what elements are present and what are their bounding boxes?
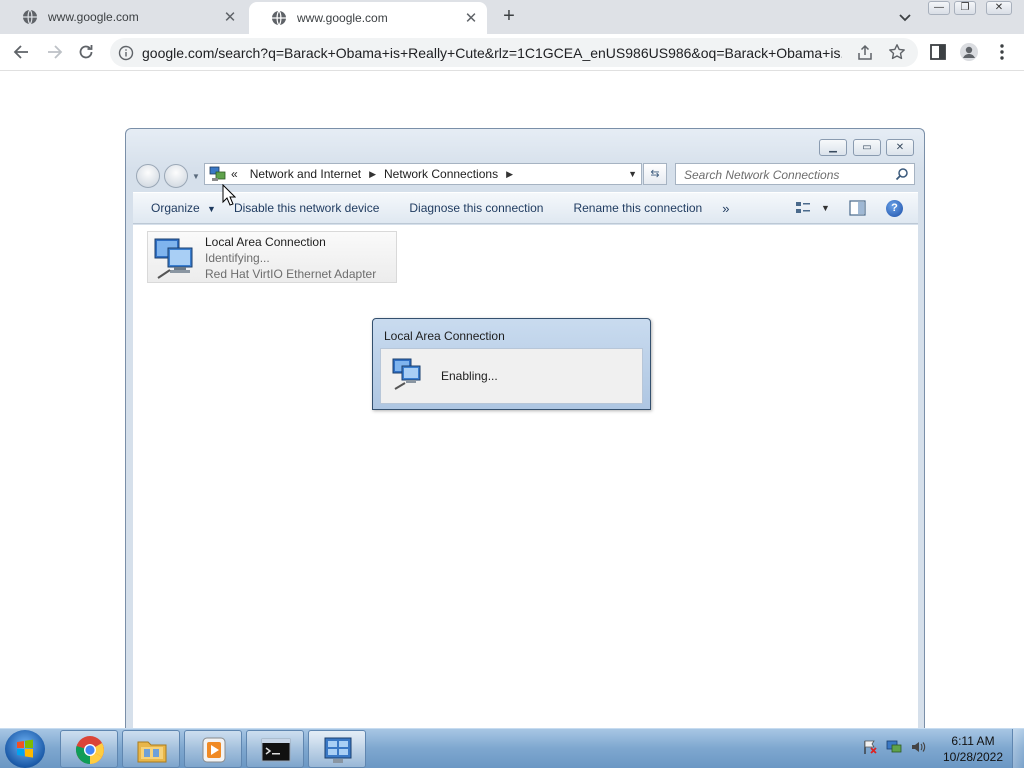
breadcrumb-prefix[interactable]: « xyxy=(231,167,238,181)
browser-tab[interactable]: www.google.com ✕ xyxy=(0,0,246,34)
chevron-down-icon[interactable] xyxy=(896,8,914,26)
command-bar: Organize ▼ Disable this network device D… xyxy=(133,192,918,224)
network-adapter-icon xyxy=(392,358,421,390)
search-placeholder: Search Network Connections xyxy=(684,168,840,182)
address-bar[interactable]: google.com/search?q=Barack+Obama+is+Real… xyxy=(110,38,918,67)
forward-arrow-icon[interactable] xyxy=(44,42,64,62)
info-icon[interactable] xyxy=(118,45,134,61)
close-tab-icon[interactable]: ✕ xyxy=(220,8,240,26)
breadcrumb-network-connections[interactable]: Network Connections xyxy=(384,167,498,181)
network-status-icon[interactable] xyxy=(886,739,902,755)
breadcrumb-network-and-internet[interactable]: Network and Internet xyxy=(250,167,361,181)
organize-label: Organize xyxy=(151,201,200,215)
system-clock[interactable]: 6:11 AM 10/28/2022 xyxy=(940,733,1006,765)
show-desktop-button[interactable] xyxy=(1012,729,1024,768)
connection-status: Identifying... xyxy=(205,251,270,265)
dialog-status-text: Enabling... xyxy=(441,369,498,383)
globe-icon xyxy=(23,9,37,25)
windows-logo-icon xyxy=(17,739,33,758)
window-frame: ▁ ▭ ✕ ▼ « Network and Internet ▶ Network… xyxy=(126,129,924,225)
breadcrumb-arrow-icon[interactable]: ▶ xyxy=(506,169,513,180)
minimize-window-button[interactable]: — xyxy=(928,1,950,15)
search-icon[interactable] xyxy=(895,167,909,181)
diagnose-connection-button[interactable]: Diagnose this connection xyxy=(409,201,543,215)
enabling-dialog: Local Area Connection Enabling... xyxy=(372,318,651,410)
back-button[interactable] xyxy=(136,164,160,188)
back-arrow-icon[interactable] xyxy=(12,42,32,62)
side-panel-icon[interactable] xyxy=(928,42,948,62)
window-close-button[interactable]: ✕ xyxy=(886,139,914,156)
more-commands-button[interactable]: » xyxy=(722,201,729,216)
browser-toolbar: google.com/search?q=Barack+Obama+is+Real… xyxy=(0,34,1024,71)
command-prompt-icon xyxy=(261,738,291,762)
close-window-button[interactable]: ✕ xyxy=(986,1,1012,15)
volume-icon[interactable] xyxy=(910,739,926,755)
connections-list: Local Area Connection Identifying... Red… xyxy=(133,225,918,729)
bookmark-star-icon[interactable] xyxy=(888,43,906,61)
network-adapter-icon xyxy=(154,238,193,279)
clock-date: 10/28/2022 xyxy=(942,750,1004,764)
browser-tab-strip: www.google.com ✕ www.google.com ✕ + — ❐ … xyxy=(0,0,1024,34)
chrome-icon xyxy=(75,736,104,764)
clock-time: 6:11 AM xyxy=(951,734,995,748)
refresh-button[interactable]: ⇆ xyxy=(643,163,667,185)
dialog-title: Local Area Connection xyxy=(384,329,505,343)
windows-taskbar: 6:11 AM 10/28/2022 xyxy=(0,728,1024,768)
folder-icon xyxy=(137,741,167,763)
tab-title: www.google.com xyxy=(297,11,388,25)
taskbar-command-prompt-button[interactable] xyxy=(246,730,304,768)
profile-avatar-icon[interactable] xyxy=(959,42,979,62)
forward-button[interactable] xyxy=(164,164,188,188)
breadcrumb-arrow-icon[interactable]: ▶ xyxy=(369,169,376,180)
preview-pane-icon[interactable] xyxy=(849,200,866,216)
mouse-cursor-icon xyxy=(222,184,236,206)
view-options-dropdown-icon[interactable]: ▼ xyxy=(821,203,830,213)
window-minimize-button[interactable]: ▁ xyxy=(819,139,847,156)
start-button[interactable] xyxy=(5,730,45,768)
adapter-name: Red Hat VirtIO Ethernet Adapter xyxy=(205,267,377,281)
system-tray xyxy=(862,739,926,759)
more-menu-icon[interactable] xyxy=(992,42,1012,62)
recent-pages-dropdown-icon[interactable]: ▼ xyxy=(192,172,200,181)
local-area-connection-item[interactable]: Local Area Connection Identifying... Red… xyxy=(147,231,397,283)
taskbar-explorer-button[interactable] xyxy=(122,730,180,768)
restore-window-button[interactable]: ❐ xyxy=(954,1,976,15)
taskbar-media-player-button[interactable] xyxy=(184,730,242,768)
tab-title: www.google.com xyxy=(48,10,139,24)
organize-menu[interactable]: Organize ▼ xyxy=(151,201,216,215)
rename-connection-button[interactable]: Rename this connection xyxy=(573,201,702,215)
taskbar-network-connections-button[interactable] xyxy=(308,730,366,768)
network-connections-icon xyxy=(324,737,352,763)
reload-icon[interactable] xyxy=(76,42,96,62)
share-icon[interactable] xyxy=(856,44,874,62)
close-tab-icon[interactable]: ✕ xyxy=(461,9,481,27)
media-player-icon xyxy=(202,737,226,763)
network-connections-icon xyxy=(209,166,226,181)
connection-name: Local Area Connection xyxy=(205,235,326,249)
help-icon[interactable]: ? xyxy=(886,200,903,217)
window-maximize-button[interactable]: ▭ xyxy=(853,139,881,156)
new-tab-button[interactable]: + xyxy=(498,6,520,28)
taskbar-chrome-button[interactable] xyxy=(60,730,118,768)
action-center-flag-icon[interactable] xyxy=(862,739,878,755)
chevron-down-icon: ▼ xyxy=(207,204,216,214)
globe-icon xyxy=(272,10,286,26)
address-dropdown-icon[interactable]: ▼ xyxy=(628,169,637,179)
browser-tab-active[interactable]: www.google.com ✕ xyxy=(249,2,487,34)
disable-network-device-button[interactable]: Disable this network device xyxy=(234,201,379,215)
url-text: google.com/search?q=Barack+Obama+is+Real… xyxy=(142,45,842,61)
network-connections-window: ▁ ▭ ✕ ▼ « Network and Internet ▶ Network… xyxy=(125,128,925,729)
change-view-icon[interactable] xyxy=(795,200,811,216)
dialog-body: Enabling... xyxy=(380,348,643,404)
explorer-address-bar[interactable]: « Network and Internet ▶ Network Connect… xyxy=(204,163,642,185)
search-input[interactable]: Search Network Connections xyxy=(675,163,915,185)
